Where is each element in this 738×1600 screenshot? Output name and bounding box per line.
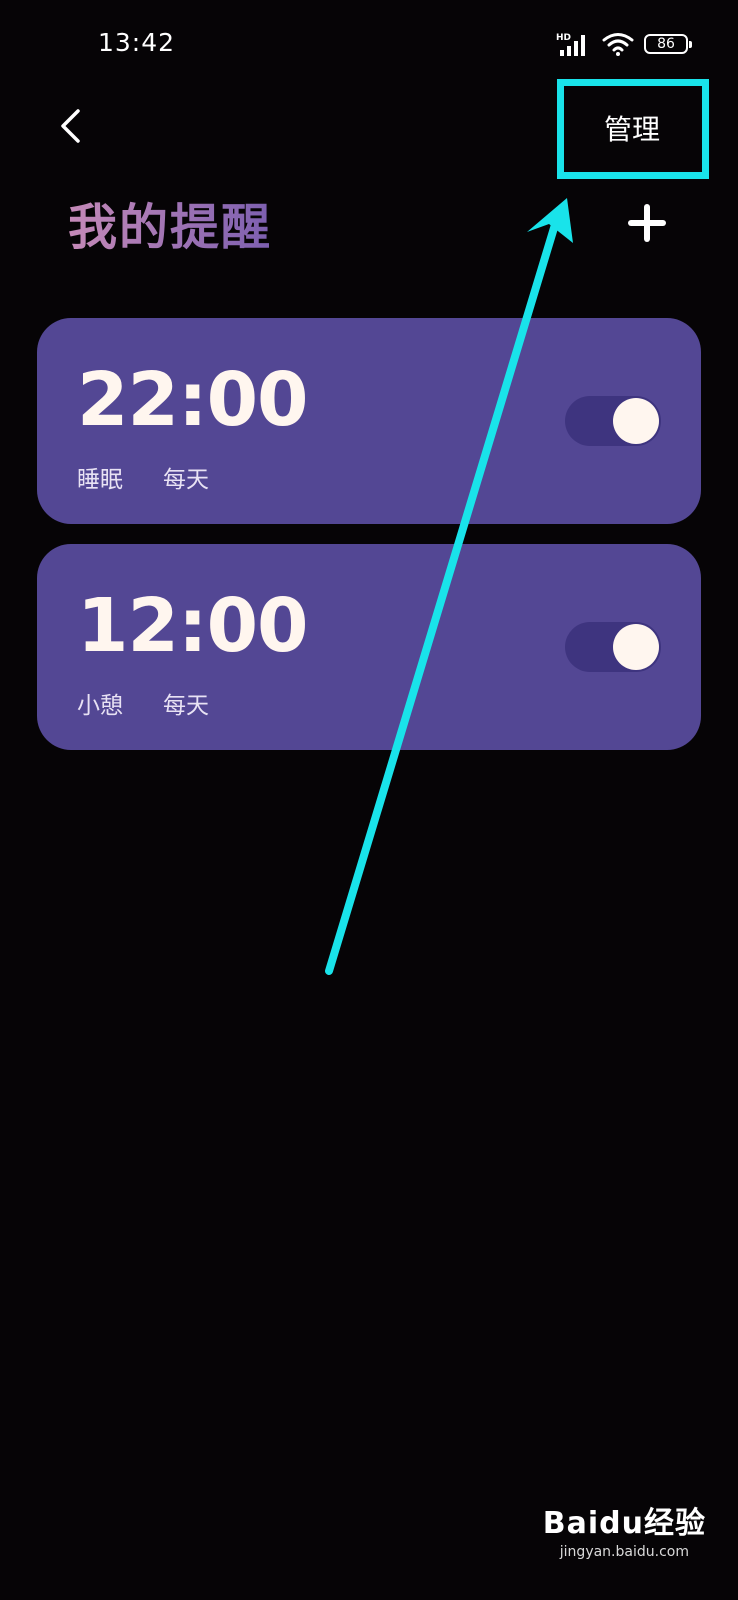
add-reminder-button[interactable] bbox=[624, 200, 670, 246]
status-time: 13:42 bbox=[98, 28, 176, 57]
reminder-card[interactable]: 12:00 小憩 每天 bbox=[37, 544, 701, 750]
reminder-time: 22:00 bbox=[77, 357, 309, 443]
reminder-time: 12:00 bbox=[77, 583, 309, 669]
baidu-watermark: Baidu经验 jingyan.baidu.com bbox=[543, 1498, 706, 1560]
watermark-logo: Baidu经验 bbox=[542, 1506, 706, 1541]
annotation-highlight-box bbox=[557, 79, 709, 179]
reminder-toggle[interactable] bbox=[565, 396, 661, 446]
battery-level: 86 bbox=[657, 36, 675, 52]
reminder-repeat: 每天 bbox=[163, 693, 209, 719]
plus-icon bbox=[628, 204, 666, 242]
reminder-name: 睡眠 bbox=[77, 467, 123, 493]
wifi-icon bbox=[602, 33, 634, 56]
reminder-meta: 小憩 每天 bbox=[77, 686, 209, 720]
toggle-knob bbox=[613, 398, 659, 444]
network-label: HD bbox=[556, 33, 571, 43]
watermark-url: jingyan.baidu.com bbox=[559, 1544, 689, 1560]
reminder-name: 小憩 bbox=[77, 693, 123, 719]
toggle-knob bbox=[613, 624, 659, 670]
battery-icon: 86 bbox=[644, 34, 692, 54]
signal-icon: HD bbox=[556, 33, 585, 56]
reminder-toggle[interactable] bbox=[565, 622, 661, 672]
reminder-card[interactable]: 22:00 睡眠 每天 bbox=[37, 318, 701, 524]
page-title: 我的提醒 bbox=[68, 188, 272, 259]
reminder-meta: 睡眠 每天 bbox=[77, 460, 209, 494]
chevron-left-icon bbox=[61, 109, 80, 143]
status-icons: HD 86 bbox=[556, 30, 692, 58]
reminder-repeat: 每天 bbox=[163, 467, 209, 493]
back-button[interactable] bbox=[52, 104, 88, 148]
